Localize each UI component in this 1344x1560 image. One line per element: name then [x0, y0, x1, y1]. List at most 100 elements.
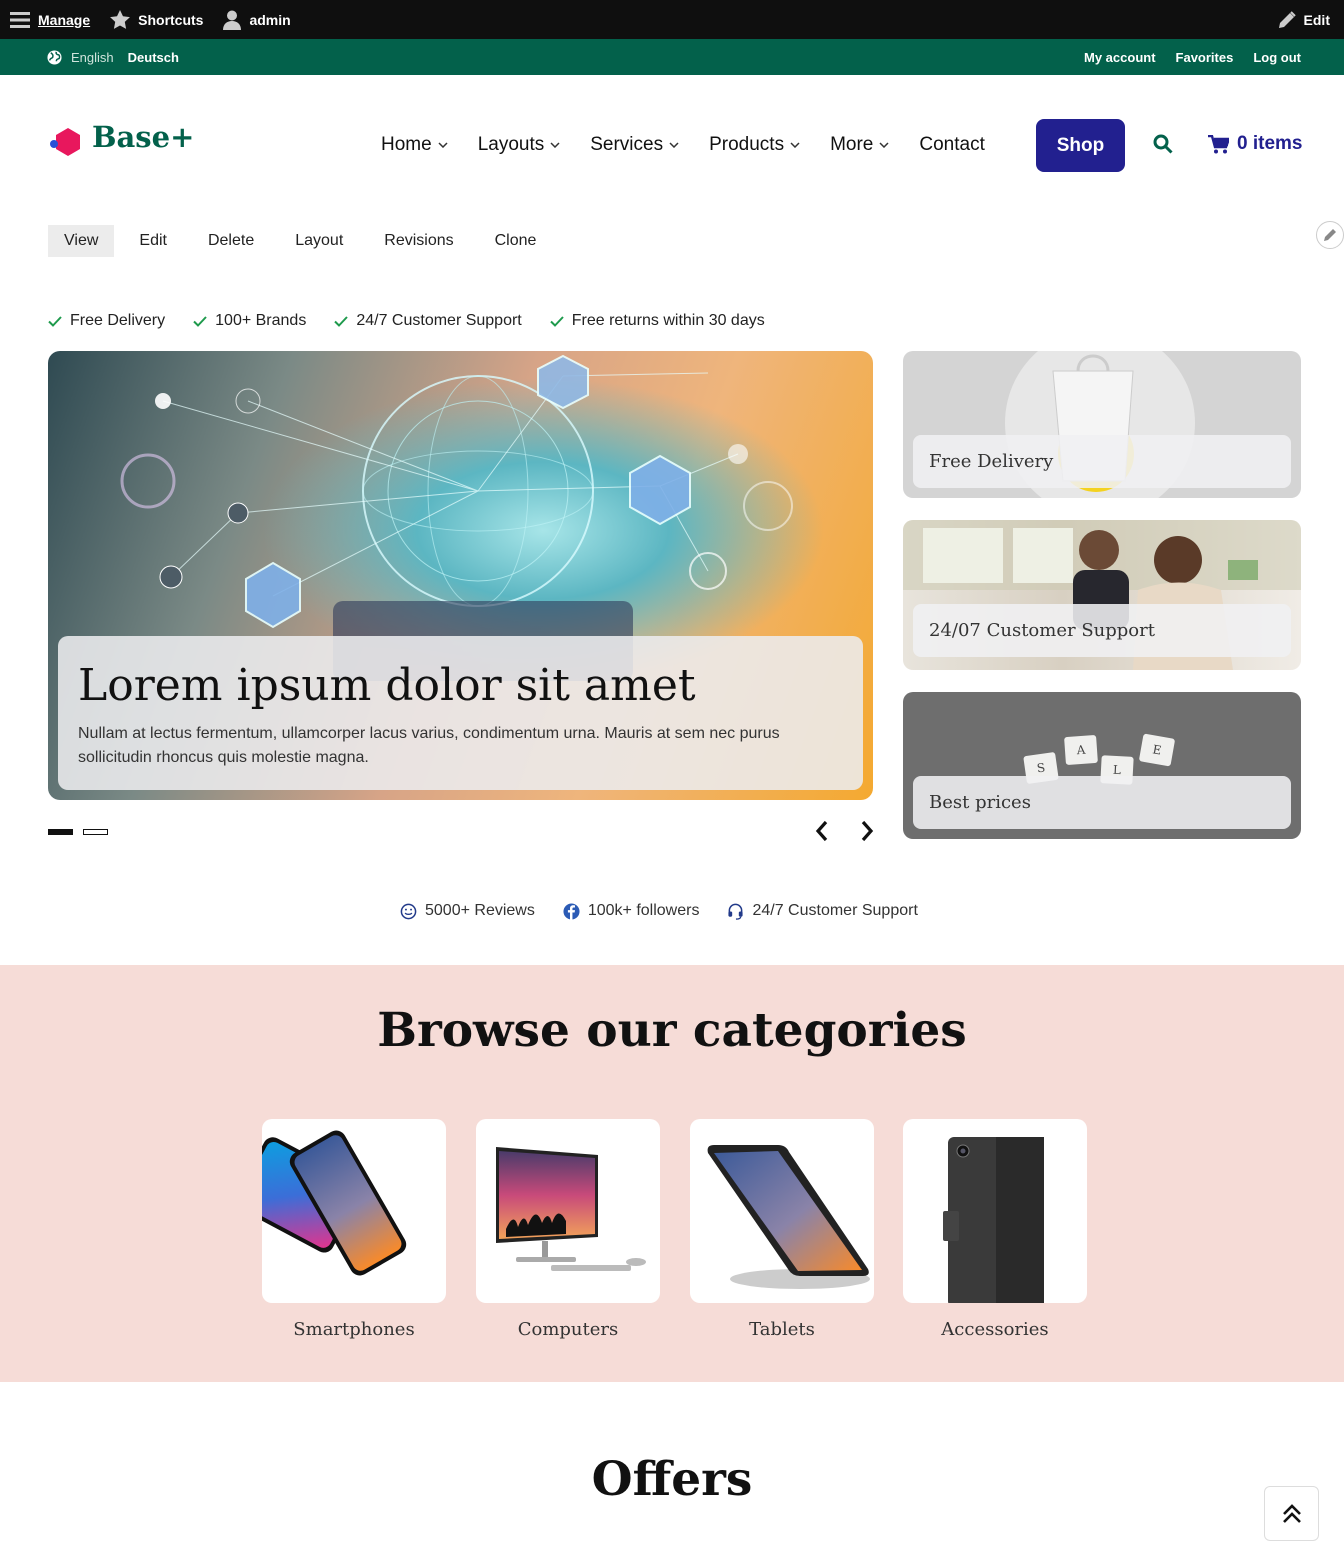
headset-icon [728, 903, 744, 920]
chevron-down-icon [790, 142, 800, 148]
chevron-right-icon [861, 820, 874, 842]
slider-pager [48, 829, 108, 835]
features-row: Free Delivery 100+ Brands 24/7 Customer … [48, 312, 793, 330]
contextual-edit-button[interactable] [1316, 221, 1344, 249]
nav-home-label: Home [381, 134, 432, 155]
user-icon [223, 10, 242, 30]
shortcuts-button[interactable]: Shortcuts [100, 0, 213, 39]
hero-caption: Lorem ipsum dolor sit amet Nullam at lec… [58, 636, 863, 790]
language-deutsch[interactable]: Deutsch [128, 50, 179, 65]
tab-view[interactable]: View [48, 225, 115, 257]
feature-item: Free returns within 30 days [550, 312, 765, 330]
slider-next-button[interactable] [859, 820, 875, 847]
slider-dot-1[interactable] [48, 829, 73, 835]
nav-services-label: Services [590, 134, 664, 155]
category-smartphones[interactable]: Smartphones [262, 1119, 446, 1340]
star-icon [110, 10, 131, 29]
tab-edit[interactable]: Edit [123, 225, 183, 257]
category-label: Smartphones [293, 1319, 415, 1340]
shortcuts-label: Shortcuts [138, 11, 204, 28]
offers-title: Offers [591, 1452, 753, 1507]
check-icon [334, 315, 349, 327]
category-label: Computers [517, 1319, 619, 1340]
feature-label: 100+ Brands [215, 312, 307, 329]
social-item: 100k+ followers [563, 902, 700, 920]
double-chevron-up-icon [1282, 1503, 1301, 1523]
user-label: admin [249, 11, 291, 28]
feature-item: 24/7 Customer Support [334, 312, 522, 330]
social-label: 100k+ followers [587, 902, 700, 919]
nav-products[interactable]: Products [709, 134, 800, 156]
shop-button[interactable]: Shop [1036, 119, 1125, 172]
check-icon [48, 315, 62, 327]
social-label: 5000+ Reviews [425, 902, 535, 919]
tablets-image [690, 1119, 874, 1303]
pencil-icon [1278, 10, 1296, 28]
cart-icon [1208, 134, 1229, 153]
secondary-bar: English Deutsch My account Favorites Log… [0, 39, 1344, 75]
account-links: My account Favorites Log out [1084, 50, 1301, 65]
manage-button[interactable]: Manage [0, 0, 100, 39]
card-label: 24/07 Customer Support [913, 604, 1291, 657]
sale-tile: A [1064, 734, 1098, 766]
category-accessories[interactable]: Accessories [903, 1119, 1087, 1340]
nav-layouts-label: Layouts [477, 134, 545, 155]
tab-clone[interactable]: Clone [479, 225, 553, 257]
favorites-link[interactable]: Favorites [1176, 50, 1234, 65]
tab-delete[interactable]: Delete [192, 225, 270, 257]
social-label: 24/7 Customer Support [752, 902, 918, 919]
feature-label: 24/7 Customer Support [356, 312, 522, 329]
nav-services[interactable]: Services [590, 134, 679, 156]
search-button[interactable] [1153, 134, 1173, 159]
chevron-down-icon [438, 142, 448, 148]
pencil-icon [1324, 229, 1336, 241]
edit-label: Edit [1303, 11, 1330, 28]
nav-layouts[interactable]: Layouts [478, 134, 561, 156]
hero-text: Nullam at lectus fermentum, ullamcorper … [78, 725, 780, 766]
log-out-link[interactable]: Log out [1253, 50, 1301, 65]
user-button[interactable]: admin [213, 0, 300, 39]
globe-icon [47, 49, 62, 65]
edit-toggle[interactable]: Edit [1268, 0, 1344, 39]
sale-tile: E [1138, 733, 1176, 767]
chevron-down-icon [879, 142, 889, 148]
card-customer-support[interactable]: 24/07 Customer Support [903, 520, 1301, 670]
search-icon [1153, 134, 1173, 154]
category-computers[interactable]: Computers [476, 1119, 660, 1340]
social-item: 24/7 Customer Support [727, 902, 918, 920]
categories-title: Browse our categories [377, 1003, 967, 1058]
back-to-top-button[interactable] [1264, 1486, 1319, 1541]
nav-more[interactable]: More [830, 134, 889, 156]
slider-prev-button[interactable] [814, 820, 830, 847]
nav-contact[interactable]: Contact [919, 134, 984, 156]
card-best-prices[interactable]: S A L E Best prices [903, 692, 1301, 839]
check-icon [193, 315, 207, 327]
tab-layout[interactable]: Layout [279, 225, 359, 257]
card-label: Best prices [913, 776, 1291, 829]
logo-text: Base+ [92, 120, 195, 154]
category-tablets[interactable]: Tablets [690, 1119, 874, 1340]
smartphones-image [262, 1119, 446, 1303]
nav-home[interactable]: Home [381, 134, 448, 156]
local-tasks: View Edit Delete Layout Revisions Clone [48, 225, 561, 257]
feature-item: 100+ Brands [193, 312, 306, 330]
admin-toolbar: Manage Shortcuts admin Edit [0, 0, 1344, 39]
categories-section: Browse our categories Smartphones Comput… [0, 965, 1344, 1382]
social-item: 5000+ Reviews [400, 902, 535, 920]
slider-dot-2[interactable] [83, 829, 108, 835]
site-logo[interactable]: Base+ [48, 120, 195, 162]
feature-label: Free returns within 30 days [571, 312, 765, 329]
chevron-left-icon [815, 820, 828, 842]
language-english[interactable]: English [71, 50, 114, 65]
feature-item: Free Delivery [48, 312, 165, 330]
category-label: Tablets [749, 1319, 815, 1340]
my-account-link[interactable]: My account [1084, 50, 1156, 65]
cart-count: 0 items [1237, 133, 1303, 154]
nav-contact-label: Contact [919, 134, 985, 155]
cart-link[interactable]: 0 items [1208, 133, 1302, 155]
card-free-delivery[interactable]: Free Delivery [903, 351, 1301, 498]
computers-image [476, 1119, 660, 1303]
chevron-down-icon [669, 142, 679, 148]
chevron-down-icon [550, 142, 560, 148]
tab-revisions[interactable]: Revisions [368, 225, 469, 257]
